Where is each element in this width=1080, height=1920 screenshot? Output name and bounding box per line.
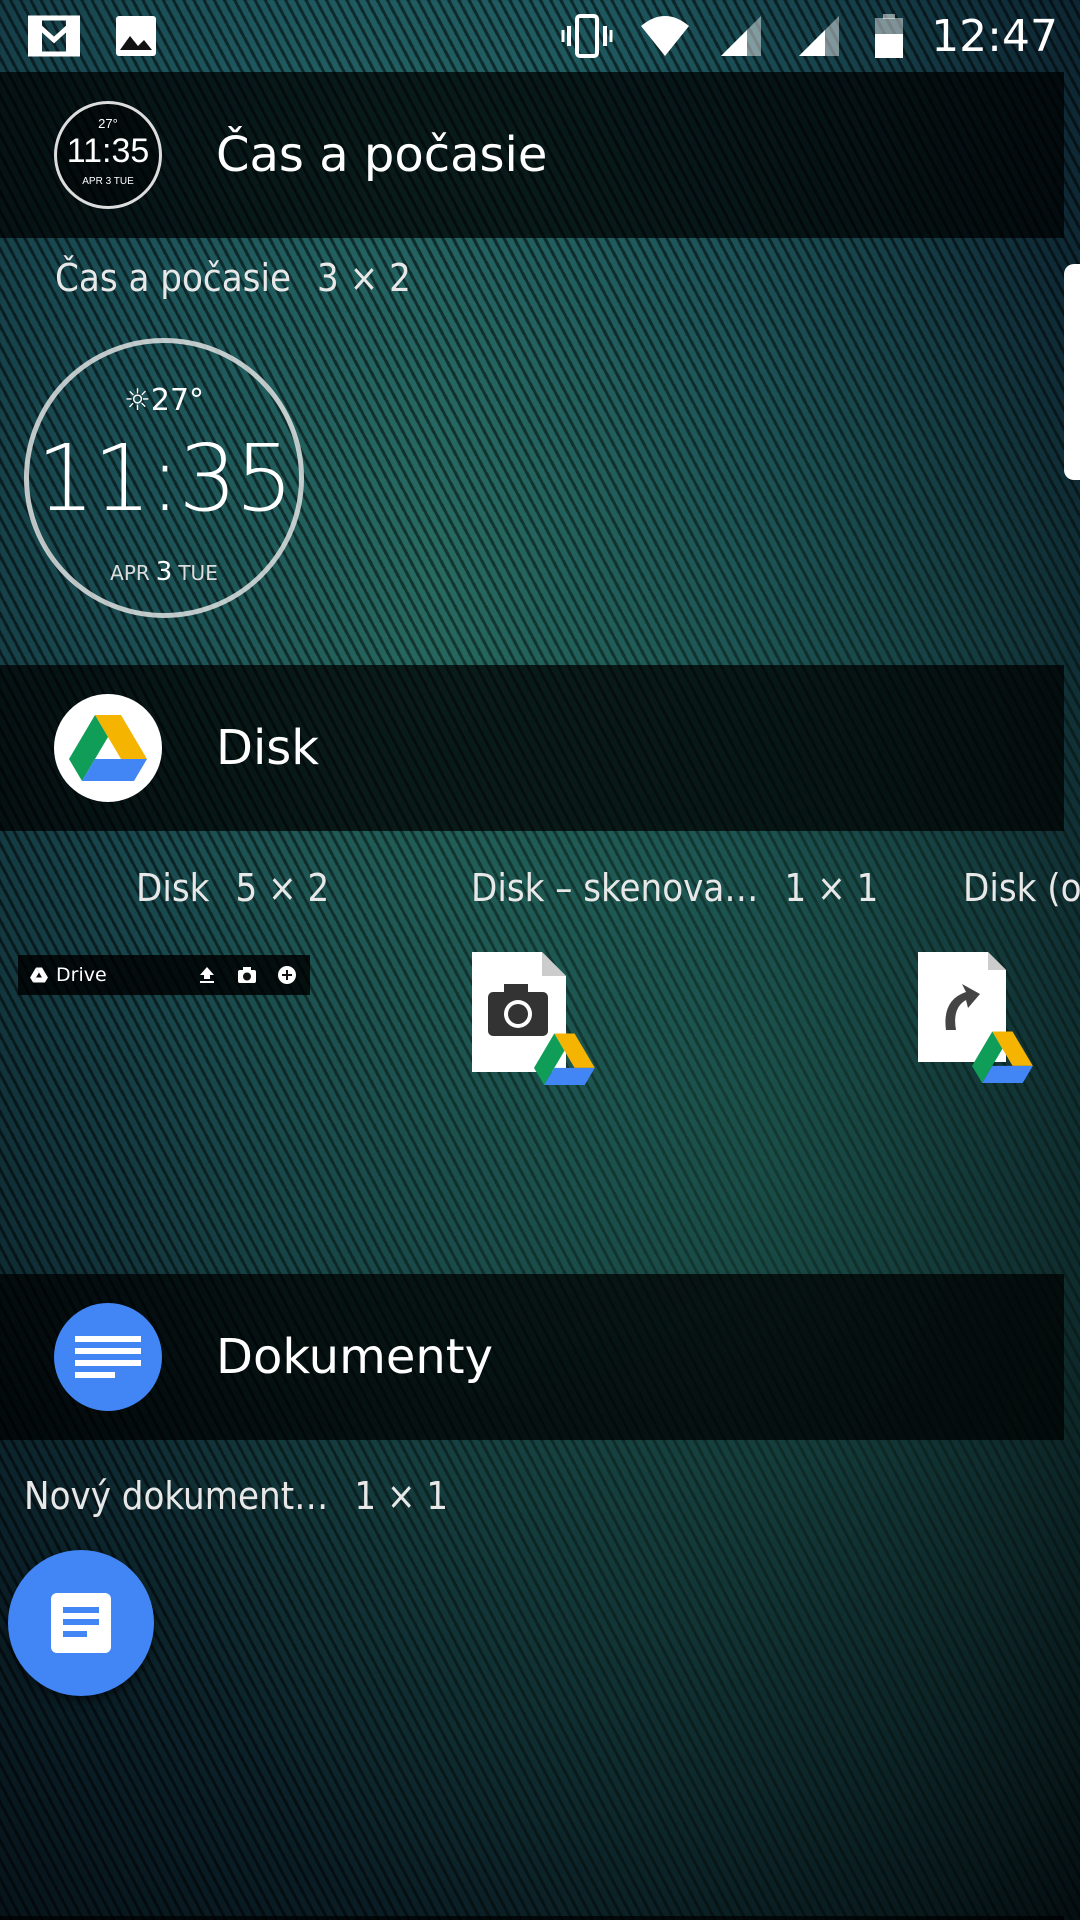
- signal-icon: [721, 16, 762, 56]
- wifi-icon: [641, 16, 690, 56]
- status-bar: 12:47: [0, 0, 1080, 72]
- drive-widget-preview[interactable]: Drive: [18, 955, 310, 995]
- add-icon: [278, 966, 296, 984]
- drive-shortcut-widget-preview[interactable]: [916, 950, 1046, 1090]
- drive-scan-widget-preview[interactable]: [470, 950, 600, 1090]
- sun-icon: ☼: [123, 383, 151, 418]
- next-section-peek: [0, 1916, 1064, 1920]
- header-icon-time: 11:35: [66, 132, 150, 170]
- widget-label-drive: Disk 5 × 2: [136, 866, 330, 910]
- widget-label-drive-scan: Disk – skenova… 1 × 1: [471, 866, 879, 910]
- new-document-widget-preview[interactable]: [8, 1550, 154, 1696]
- app-header-clock-weather: 27° 11:35 APR 3 TUE Čas a počasie: [0, 72, 1064, 238]
- signal-icon: [799, 16, 840, 56]
- camera-icon: [238, 967, 256, 983]
- widget-date: APR 3 TUE: [110, 557, 218, 587]
- app-header-docs: Dokumenty: [0, 1274, 1064, 1440]
- scroll-edge-handle[interactable]: [1064, 264, 1080, 480]
- header-icon-temperature: 27°: [98, 116, 118, 131]
- app-title: Dokumenty: [216, 1329, 494, 1385]
- google-docs-icon: [54, 1303, 162, 1411]
- clock-weather-widget-preview[interactable]: ☼27° 11:35 APR 3 TUE: [24, 338, 304, 618]
- clock-weather-icon: 27° 11:35 APR 3 TUE: [54, 101, 162, 209]
- widget-weather: ☼27°: [29, 383, 299, 418]
- app-title: Čas a počasie: [216, 127, 548, 183]
- gmail-icon: [28, 15, 80, 57]
- drive-widget-title: Drive: [56, 964, 107, 986]
- widget-label-clock-weather: Čas a počasie 3 × 2: [55, 256, 411, 300]
- vibrate-icon: [561, 14, 613, 58]
- upload-icon: [200, 967, 214, 983]
- widget-label-drive-other: Disk (o: [963, 866, 1080, 910]
- document-icon: [51, 1593, 111, 1653]
- header-icon-date: APR 3 TUE: [82, 176, 134, 187]
- status-clock: 12:47: [931, 10, 1058, 62]
- app-header-drive: Disk: [0, 665, 1064, 831]
- widget-time: 11:35: [36, 425, 293, 532]
- gallery-icon: [116, 16, 156, 56]
- widget-label-new-document: Nový dokument… 1 × 1: [24, 1474, 449, 1518]
- app-title: Disk: [216, 720, 320, 776]
- widget-temperature: 27°: [150, 383, 205, 418]
- battery-icon: [875, 14, 904, 58]
- drive-logo-icon: [30, 967, 48, 983]
- google-drive-icon: [54, 694, 162, 802]
